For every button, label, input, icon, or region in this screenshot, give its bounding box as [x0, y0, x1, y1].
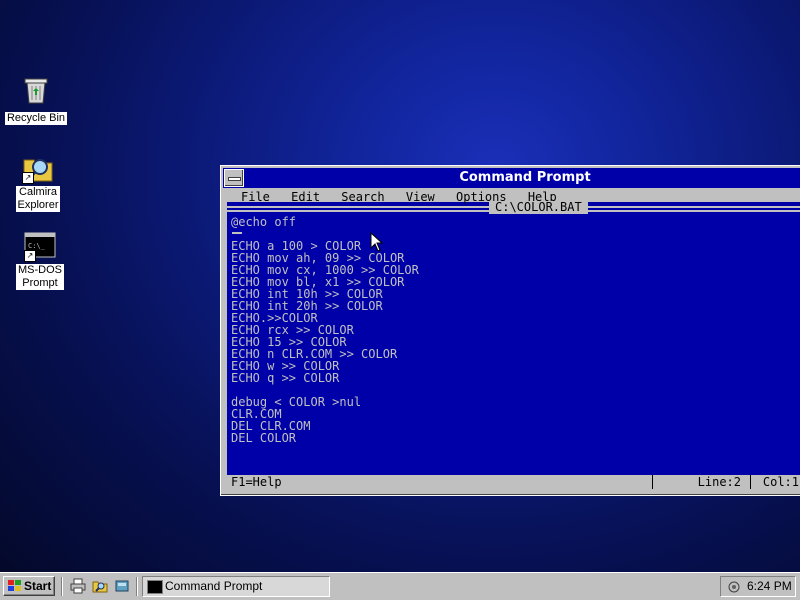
printer-icon[interactable] — [70, 578, 86, 594]
recycle-bin-icon — [20, 74, 52, 106]
taskbar-button-label: Command Prompt — [165, 579, 263, 593]
clock[interactable]: 6:24 PM — [747, 577, 792, 596]
code-line: DEL CLR.COM — [231, 419, 311, 433]
start-label: Start — [24, 579, 52, 593]
code-line: debug < COLOR >nul — [231, 395, 362, 409]
explorer-magnifier-icon: ↗ — [22, 152, 54, 184]
taskbar-divider — [136, 577, 138, 596]
status-divider — [652, 475, 653, 489]
taskbar-button-command-prompt[interactable]: Command Prompt — [142, 576, 330, 597]
text-cursor — [232, 232, 242, 234]
taskbar-divider — [61, 577, 63, 596]
msdos-prompt-icon: C:\_ ↗ — [24, 230, 56, 262]
window-titlebar[interactable]: Command Prompt — [223, 168, 800, 188]
code-line: CLR.COM — [231, 407, 282, 421]
folder-search-icon[interactable] — [92, 578, 108, 594]
shortcut-arrow-icon: ↗ — [22, 172, 34, 184]
code-line: DEL COLOR — [231, 431, 297, 445]
editor-area[interactable]: File Edit Search View Options Help C:\CO… — [227, 190, 800, 489]
command-prompt-icon — [147, 580, 163, 594]
desktop-icon-recycle-bin[interactable]: Recycle Bin — [0, 74, 74, 126]
svg-text:C:\_: C:\_ — [28, 242, 46, 250]
windows-logo-icon — [8, 580, 21, 591]
desktop-icon-calmira-explorer[interactable]: ↗ Calmira Explorer — [0, 152, 76, 213]
file-name: C:\COLOR.BAT — [489, 201, 588, 214]
text-content[interactable]: @echo off ECHO a 100 > COLOR ECHO mov ah… — [231, 216, 800, 475]
drive-icon[interactable] — [114, 578, 130, 594]
code-line: ECHO q >> COLOR — [231, 371, 340, 385]
taskbar: Start Command Prompt 6:24 PM — [0, 572, 800, 600]
start-button[interactable]: Start — [3, 576, 55, 596]
desktop-icon-label: Calmira Explorer — [15, 186, 61, 212]
mouse-pointer-icon — [370, 232, 384, 252]
command-prompt-window[interactable]: Command Prompt File Edit Search View Opt… — [220, 165, 800, 496]
status-help: F1=Help — [231, 475, 282, 489]
desktop-icon-label: MS-DOS Prompt — [16, 264, 64, 290]
tray-settings-icon[interactable] — [727, 580, 741, 594]
shortcut-arrow-icon: ↗ — [24, 250, 36, 262]
desktop-icon-label: Recycle Bin — [4, 112, 68, 125]
window-title: Command Prompt — [459, 170, 591, 185]
status-divider — [750, 475, 751, 489]
code-line: @echo off — [231, 215, 297, 229]
status-bar: F1=Help Line:2 Col:1 — [227, 475, 800, 489]
system-tray: 6:24 PM — [720, 576, 796, 597]
file-header: C:\COLOR.BAT — [227, 201, 800, 214]
desktop-icon-msdos-prompt[interactable]: C:\_ ↗ MS-DOS Prompt — [2, 230, 78, 291]
status-line: Line:2 — [697, 475, 741, 489]
status-col: Col:1 — [762, 475, 799, 489]
